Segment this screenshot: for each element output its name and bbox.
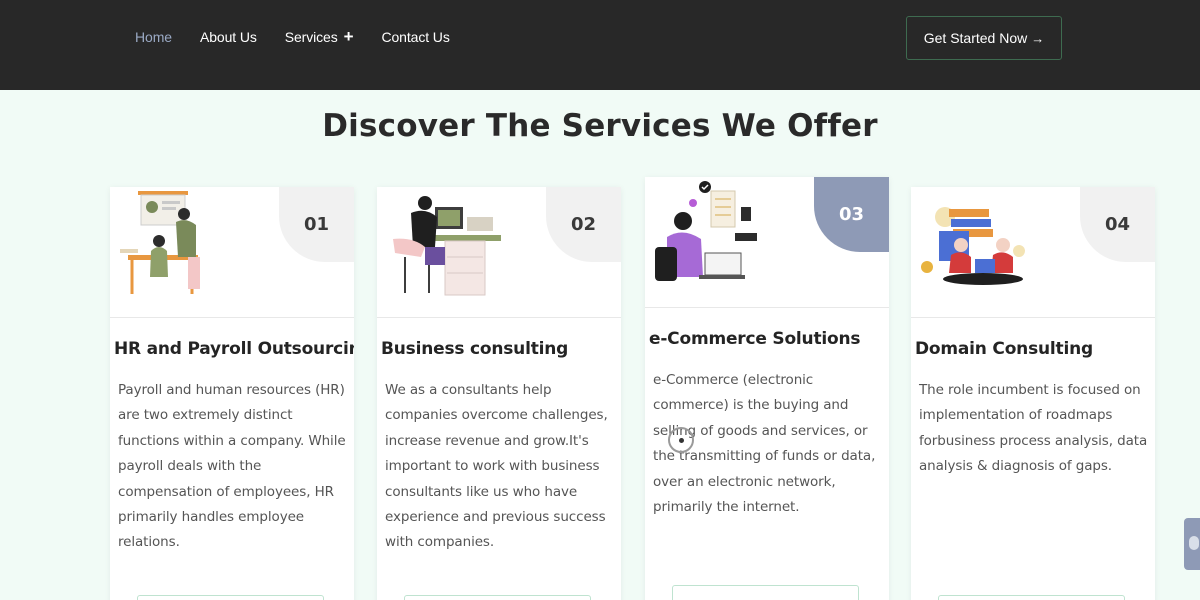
hr-team-illustration (120, 191, 200, 294)
arrow-right-icon: → (1031, 30, 1045, 46)
card-read-more-button[interactable] (672, 585, 859, 600)
card-number-badge: 04 (1080, 187, 1155, 262)
mouse-cursor-icon (668, 427, 694, 453)
chat-widget-tab[interactable] (1184, 518, 1200, 570)
service-card-ecommerce[interactable]: 03 e-Commerce Solutions e-Commerce (elec… (645, 177, 889, 600)
nav-home-link[interactable]: Home (135, 29, 172, 45)
card-title: Domain Consulting (915, 339, 1093, 359)
card-title: e-Commerce Solutions (649, 329, 861, 349)
ecommerce-laptop-illustration (655, 181, 757, 281)
card-divider (911, 317, 1155, 318)
card-description: We as a consultants help companies overc… (385, 382, 608, 551)
nav-services-link[interactable]: Services + (284, 27, 354, 46)
card-divider (377, 317, 621, 318)
card-divider (645, 307, 889, 308)
nav-services-label: Services (284, 29, 338, 45)
main-nav: Home About Us Services + Contact Us (135, 27, 478, 46)
card-read-more-button[interactable] (137, 595, 324, 600)
card-description: The role incumbent is focused on impleme… (919, 382, 1148, 475)
site-header: Home About Us Services + Contact Us Get … (0, 0, 1200, 90)
card-title: HR and Payroll Outsourcing (114, 339, 354, 359)
section-title: Discover The Services We Offer (322, 108, 878, 144)
card-number-badge: 03 (814, 177, 889, 252)
service-card-business[interactable]: 02 Business consulting We as a consultan… (377, 187, 621, 600)
card-number-badge: 02 (546, 187, 621, 262)
card-description: Payroll and human resources (HR) are two… (118, 382, 346, 551)
plus-icon: + (343, 27, 354, 46)
service-card-hr[interactable]: 01 HR and Payroll Outsourcing Payroll an… (110, 187, 354, 600)
nav-about-link[interactable]: About Us (200, 29, 257, 45)
get-started-label: Get Started Now (923, 30, 1028, 46)
card-read-more-button[interactable] (404, 595, 591, 600)
domain-meeting-illustration (921, 207, 1025, 285)
chat-icon (1189, 536, 1199, 550)
consultant-desk-illustration (393, 196, 501, 296)
card-number-badge: 01 (279, 187, 354, 262)
card-title: Business consulting (381, 339, 569, 359)
card-read-more-button[interactable] (938, 595, 1125, 600)
get-started-button[interactable]: Get Started Now → (906, 16, 1062, 60)
service-card-domain[interactable]: 04 Domain Consulting The role incumbent … (911, 187, 1155, 600)
card-divider (110, 317, 354, 318)
nav-contact-link[interactable]: Contact Us (381, 29, 449, 45)
